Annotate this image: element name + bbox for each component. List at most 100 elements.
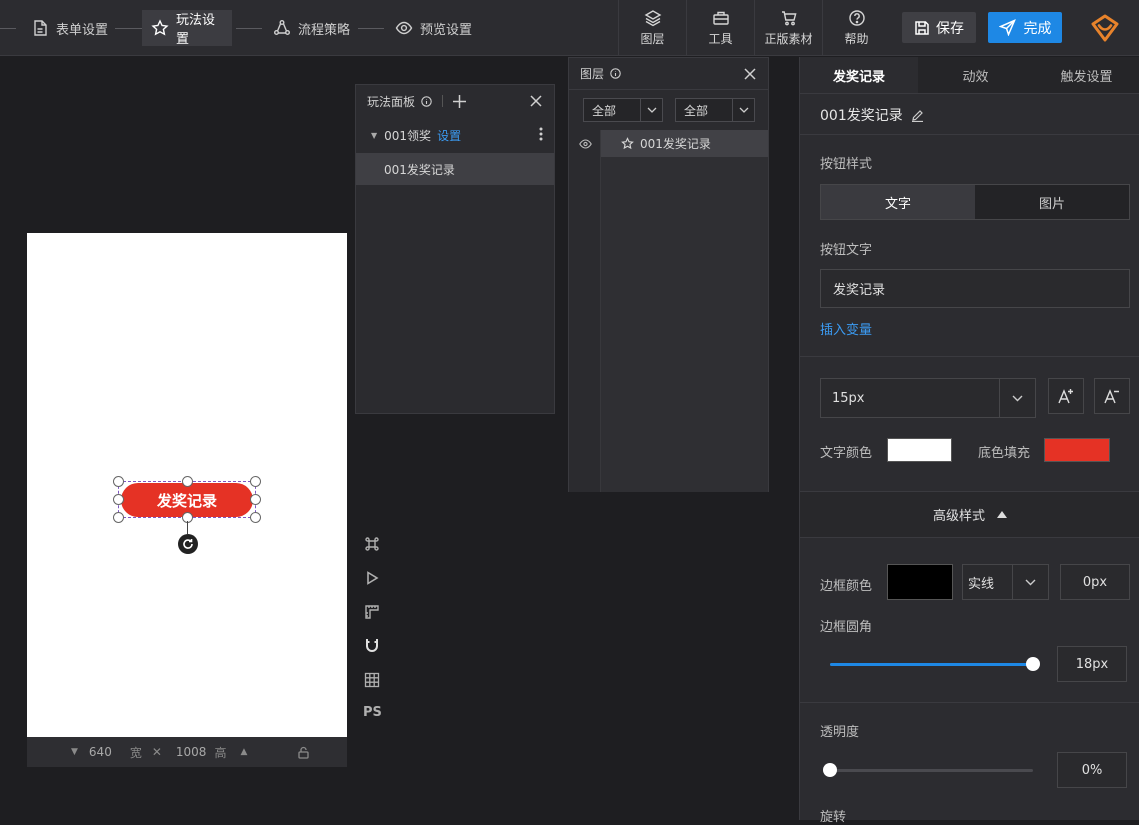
style-toggle: 文字 图片: [820, 184, 1130, 220]
ruler-icon[interactable]: [363, 603, 381, 621]
group-settings-link[interactable]: 设置: [437, 127, 461, 144]
layer-panel-title: 图层: [580, 67, 605, 81]
tool-label: 正版素材: [764, 32, 813, 46]
grid-icon[interactable]: [363, 671, 381, 689]
layer-panel: 图层 全部 全部 001发奖记录: [568, 57, 769, 492]
tree-item-label: 001发奖记录: [384, 162, 455, 177]
step-flow-strategy[interactable]: 流程策略: [264, 10, 359, 46]
layer-item-row[interactable]: 001发奖记录: [601, 130, 768, 157]
radius-slider-fill: [830, 663, 1033, 666]
font-size-select[interactable]: 15px: [820, 378, 1036, 418]
resize-handle-ne[interactable]: [250, 476, 261, 487]
step-connector: [115, 28, 142, 29]
toolbox-tool-button[interactable]: 工具: [686, 0, 754, 56]
resize-handle-nw[interactable]: [113, 476, 124, 487]
border-radius-input[interactable]: 18px: [1057, 646, 1127, 682]
tab-award-record[interactable]: 发奖记录: [800, 57, 918, 93]
close-icon[interactable]: [530, 95, 542, 107]
resize-handle-w[interactable]: [113, 494, 124, 505]
group-name: 001领奖: [384, 128, 432, 143]
width-input[interactable]: 640: [89, 745, 112, 759]
layer-list: [601, 130, 768, 492]
height-input[interactable]: 1008: [176, 745, 207, 759]
materials-tool-button[interactable]: 正版素材: [754, 0, 822, 56]
button-text-input[interactable]: 发奖记录: [820, 269, 1130, 308]
layer-panel-header: 图层: [569, 58, 768, 90]
document-icon: [31, 19, 49, 37]
border-color-swatch[interactable]: [887, 564, 953, 600]
close-icon[interactable]: [744, 68, 756, 80]
resize-handle-se[interactable]: [250, 512, 261, 523]
step-connector: [236, 28, 262, 29]
caret-down-icon[interactable]: ▼: [371, 131, 377, 140]
radius-slider-knob[interactable]: [1026, 657, 1040, 671]
fill-color-label: 底色填充: [978, 446, 1031, 461]
border-radius-label: 边框圆角: [820, 620, 873, 635]
opacity-input[interactable]: 0%: [1057, 752, 1127, 788]
step-play-settings[interactable]: 玩法设置: [142, 10, 232, 47]
border-color-label: 边框颜色: [820, 579, 873, 594]
rotate-stem: [187, 521, 188, 534]
tool-label: 帮助: [844, 32, 869, 46]
play-icon[interactable]: [363, 569, 381, 587]
chevron-down-icon: [640, 99, 662, 121]
star-icon: [621, 137, 634, 150]
resize-handle-sw[interactable]: [113, 512, 124, 523]
play-panel: 玩法面板 ▼ 001领奖 设置 001发奖记录: [355, 84, 555, 414]
element-name-row: 001发奖记录: [820, 105, 924, 125]
layers-tool-button[interactable]: 图层: [618, 0, 686, 56]
add-icon[interactable]: [453, 94, 467, 108]
opacity-slider-knob[interactable]: [823, 763, 837, 777]
step-preview-settings[interactable]: 预览设置: [386, 10, 481, 46]
step-connector: [0, 28, 16, 29]
brand-logo-icon: [1090, 13, 1120, 43]
ps-tool[interactable]: PS: [363, 705, 382, 720]
star-icon: [151, 19, 169, 37]
fill-color-swatch[interactable]: [1044, 438, 1110, 462]
info-icon[interactable]: [610, 68, 621, 79]
save-button[interactable]: 保存: [902, 12, 976, 43]
lock-icon[interactable]: [297, 746, 310, 759]
tree-item-row[interactable]: 001发奖记录: [356, 153, 554, 185]
times-icon: ✕: [151, 745, 162, 759]
caret-up-icon: [997, 511, 1007, 518]
tree-group-row[interactable]: ▼ 001领奖 设置: [356, 117, 554, 153]
step-label: 玩法设置: [176, 13, 216, 47]
step-label: 流程策略: [298, 22, 351, 38]
step-form-settings[interactable]: 表单设置: [22, 10, 117, 46]
caret-down-icon[interactable]: ▼: [71, 747, 78, 757]
resize-handle-e[interactable]: [250, 494, 261, 505]
info-icon[interactable]: [421, 95, 432, 107]
select-value: 全部: [684, 103, 709, 118]
style-image-option[interactable]: 图片: [975, 185, 1129, 219]
border-width-input[interactable]: 0px: [1060, 564, 1130, 600]
resize-handle-n[interactable]: [182, 476, 193, 487]
layer-filter-select-2[interactable]: 全部: [675, 98, 755, 122]
more-vertical-icon[interactable]: [539, 127, 543, 141]
font-increase-button[interactable]: [1048, 378, 1084, 414]
help-icon: [848, 9, 866, 27]
done-button[interactable]: 完成: [988, 12, 1062, 43]
layer-filter-select-1[interactable]: 全部: [583, 98, 663, 122]
tab-animation[interactable]: 动效: [918, 57, 1033, 93]
width-unit: 宽: [129, 745, 142, 760]
text-color-swatch[interactable]: [887, 438, 952, 462]
magnet-icon[interactable]: [363, 637, 381, 655]
header-divider: [442, 95, 444, 107]
button-text-label: 按钮文字: [820, 243, 873, 258]
rotate-handle[interactable]: [178, 534, 198, 554]
style-text-option[interactable]: 文字: [821, 185, 975, 219]
advanced-style-toggle[interactable]: 高级样式: [800, 492, 1139, 537]
command-icon[interactable]: [363, 535, 381, 553]
edit-icon[interactable]: [911, 109, 924, 122]
opacity-slider-track[interactable]: [830, 769, 1033, 772]
tab-trigger-settings[interactable]: 触发设置: [1033, 57, 1139, 93]
caret-up-icon[interactable]: ▲: [240, 747, 247, 757]
border-style-select[interactable]: 实线: [962, 564, 1049, 600]
rotate-label: 旋转: [820, 810, 847, 825]
help-tool-button[interactable]: 帮助: [822, 0, 890, 56]
eye-icon[interactable]: [579, 139, 592, 149]
insert-variable-link[interactable]: 插入变量: [820, 319, 872, 338]
font-decrease-button[interactable]: [1094, 378, 1130, 414]
send-icon: [998, 19, 1016, 36]
